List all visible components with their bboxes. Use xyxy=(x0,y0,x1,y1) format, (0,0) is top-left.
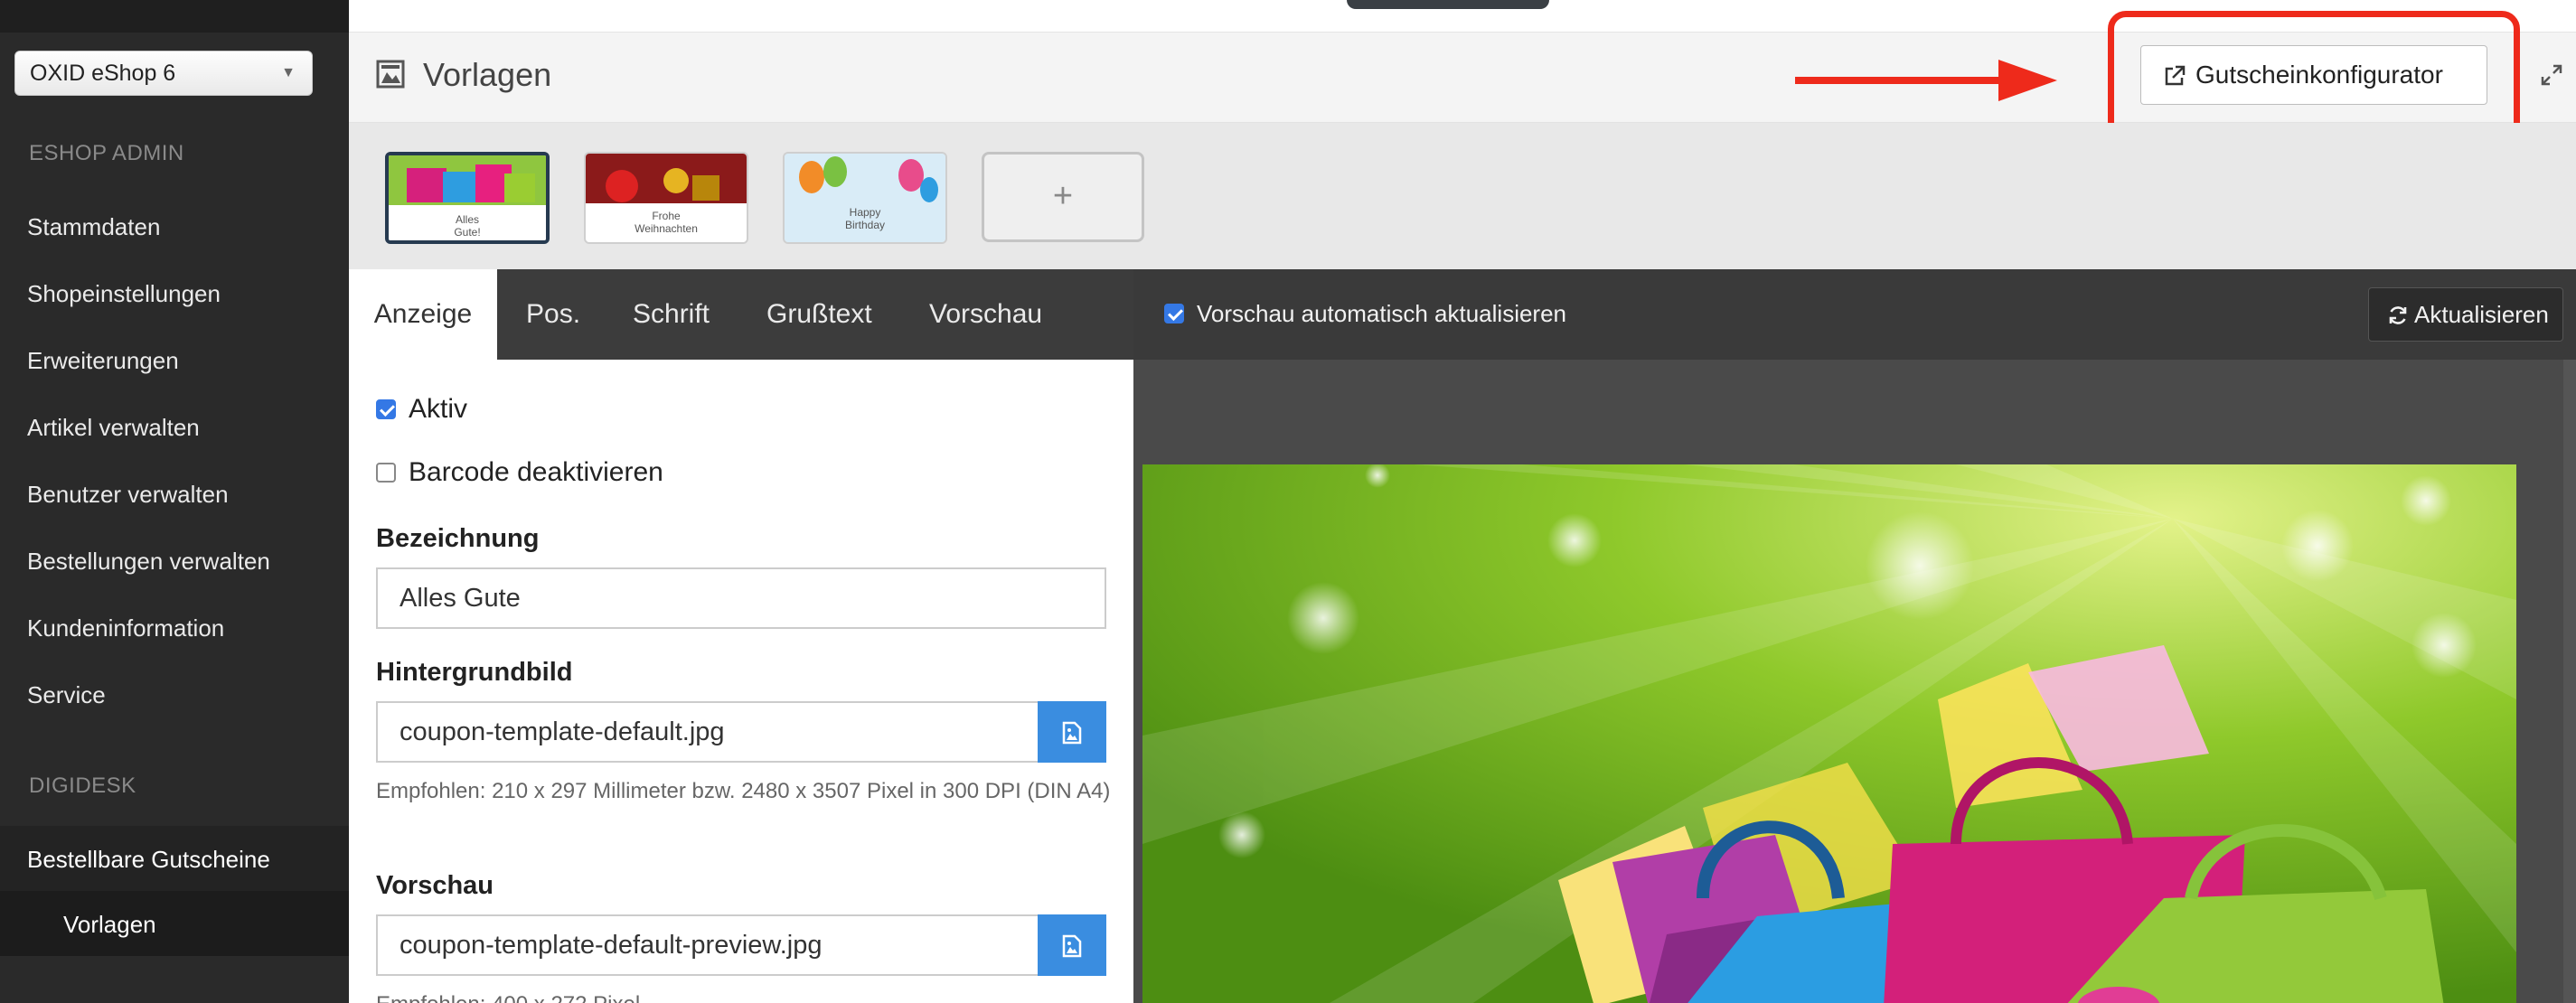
red-arrow-annotation xyxy=(1795,60,2057,101)
template-icon xyxy=(376,60,405,89)
chevron-down-icon: ▼ xyxy=(281,65,296,80)
sidebar-item-stammdaten[interactable]: Stammdaten xyxy=(27,213,160,241)
add-template-button[interactable]: + xyxy=(982,152,1144,242)
coupon-preview-image xyxy=(1142,464,2516,1003)
aktiv-label: Aktiv xyxy=(409,394,468,424)
external-link-icon xyxy=(2165,65,2186,86)
sidebar-subitem-vorlagen[interactable]: Vorlagen xyxy=(0,891,349,956)
auto-update-label: Vorschau automatisch aktualisieren xyxy=(1197,300,1567,327)
tab-anzeige[interactable]: Anzeige xyxy=(349,269,497,360)
sidebar: OXID eShop 6 ▼ ESHOP ADMIN Stammdaten Sh… xyxy=(0,0,349,1003)
sidebar-item-service[interactable]: Service xyxy=(27,681,106,709)
thumb-caption-line2: Birthday xyxy=(844,219,886,231)
bezeichnung-label: Bezeichnung xyxy=(376,524,540,553)
aktualisieren-label: Aktualisieren xyxy=(2414,301,2549,328)
top-tab-handle[interactable] xyxy=(1347,0,1549,9)
preview-scrollbar[interactable] xyxy=(2563,360,2576,1003)
thumb-caption-line2: Gute! xyxy=(454,226,481,239)
barcode-checkbox[interactable] xyxy=(376,463,396,483)
barcode-row[interactable]: Barcode deaktivieren xyxy=(376,457,663,488)
auto-update-checkbox[interactable] xyxy=(1164,304,1184,323)
sidebar-item-label: Bestellbare Gutscheine xyxy=(27,846,270,873)
auto-update-row[interactable]: Vorschau automatisch aktualisieren xyxy=(1164,300,1566,328)
image-file-icon xyxy=(1062,721,1082,745)
hintergrundbild-hint: Empfohlen: 210 x 297 Millimeter bzw. 248… xyxy=(376,779,1111,803)
sidebar-topbar xyxy=(0,0,349,33)
thumb-caption-line2: Weihnachten xyxy=(635,222,698,235)
preview-toolbar: Vorschau automatisch aktualisieren Aktua… xyxy=(1133,269,2576,360)
gutscheinkonfigurator-button[interactable]: Gutscheinkonfigurator xyxy=(2140,45,2487,105)
tab-bar: Anzeige Pos. Schrift Grußtext Vorschau xyxy=(349,269,1133,360)
tab-schrift[interactable]: Schrift xyxy=(633,269,710,360)
image-file-icon xyxy=(1062,934,1082,958)
thumb-caption-line1: Frohe xyxy=(652,210,681,222)
template-thumb-happy-birthday[interactable]: Happy Birthday xyxy=(783,152,947,244)
aktualisieren-button[interactable]: Aktualisieren xyxy=(2368,287,2563,342)
bezeichnung-input[interactable]: Alles Gute xyxy=(376,567,1106,629)
sidebar-item-artikel[interactable]: Artikel verwalten xyxy=(27,414,200,442)
hintergrundbild-browse-button[interactable] xyxy=(1038,701,1106,763)
sidebar-item-label: Vorlagen xyxy=(63,911,156,938)
sidebar-item-bestellungen[interactable]: Bestellungen verwalten xyxy=(27,548,270,576)
vorschau-hint: Empfohlen: 400 x 272 Pixel xyxy=(376,987,1126,1003)
vorschau-input[interactable]: coupon-template-default-preview.jpg xyxy=(376,914,1039,976)
form-panel: Anzeige Pos. Schrift Grußtext Vorschau A… xyxy=(349,269,1133,1003)
shop-select-value: OXID eShop 6 xyxy=(30,61,176,86)
sidebar-item-erweiterungen[interactable]: Erweiterungen xyxy=(27,347,179,375)
section-header-digidesk: DIGIDESK xyxy=(29,773,136,798)
hintergrundbild-label: Hintergrundbild xyxy=(376,658,573,687)
page-header: Vorlagen Gutscheinkonfigurator xyxy=(349,11,2576,154)
thumb-caption-line1: Happy xyxy=(849,206,881,219)
vorschau-browse-button[interactable] xyxy=(1038,914,1106,976)
tab-pos[interactable]: Pos. xyxy=(526,269,580,360)
tab-vorschau[interactable]: Vorschau xyxy=(929,269,1042,360)
expand-icon[interactable] xyxy=(2540,63,2563,87)
template-thumb-alles-gute[interactable]: Alles Gute! xyxy=(385,152,550,244)
sidebar-item-shopeinstellungen[interactable]: Shopeinstellungen xyxy=(27,280,221,308)
aktiv-row[interactable]: Aktiv xyxy=(376,394,467,425)
vorschau-label: Vorschau xyxy=(376,871,494,900)
sidebar-item-benutzer[interactable]: Benutzer verwalten xyxy=(27,481,229,509)
refresh-icon xyxy=(2389,306,2407,324)
hintergrundbild-input[interactable]: coupon-template-default.jpg xyxy=(376,701,1039,763)
template-thumb-frohe-weihnachten[interactable]: Frohe Weihnachten xyxy=(584,152,748,244)
gutscheinkonfigurator-label: Gutscheinkonfigurator xyxy=(2195,61,2443,89)
coupon-background xyxy=(1142,464,2516,1003)
preview-area xyxy=(1133,360,2576,1003)
aktiv-checkbox[interactable] xyxy=(376,399,396,419)
sidebar-item-kundeninformation[interactable]: Kundeninformation xyxy=(27,614,224,642)
thumb-caption-line1: Alles xyxy=(455,213,479,226)
tab-grusstext[interactable]: Grußtext xyxy=(766,269,872,360)
section-header-eshop-admin: ESHOP ADMIN xyxy=(29,141,184,165)
shop-select[interactable]: OXID eShop 6 ▼ xyxy=(14,51,313,96)
page-title: Vorlagen xyxy=(423,56,552,93)
sidebar-item-bestellbare-gutscheine[interactable]: Bestellbare Gutscheine xyxy=(0,826,349,891)
template-strip: Alles Gute! Frohe Weihnachten Happy Birt… xyxy=(349,123,2576,269)
barcode-label: Barcode deaktivieren xyxy=(409,457,663,487)
